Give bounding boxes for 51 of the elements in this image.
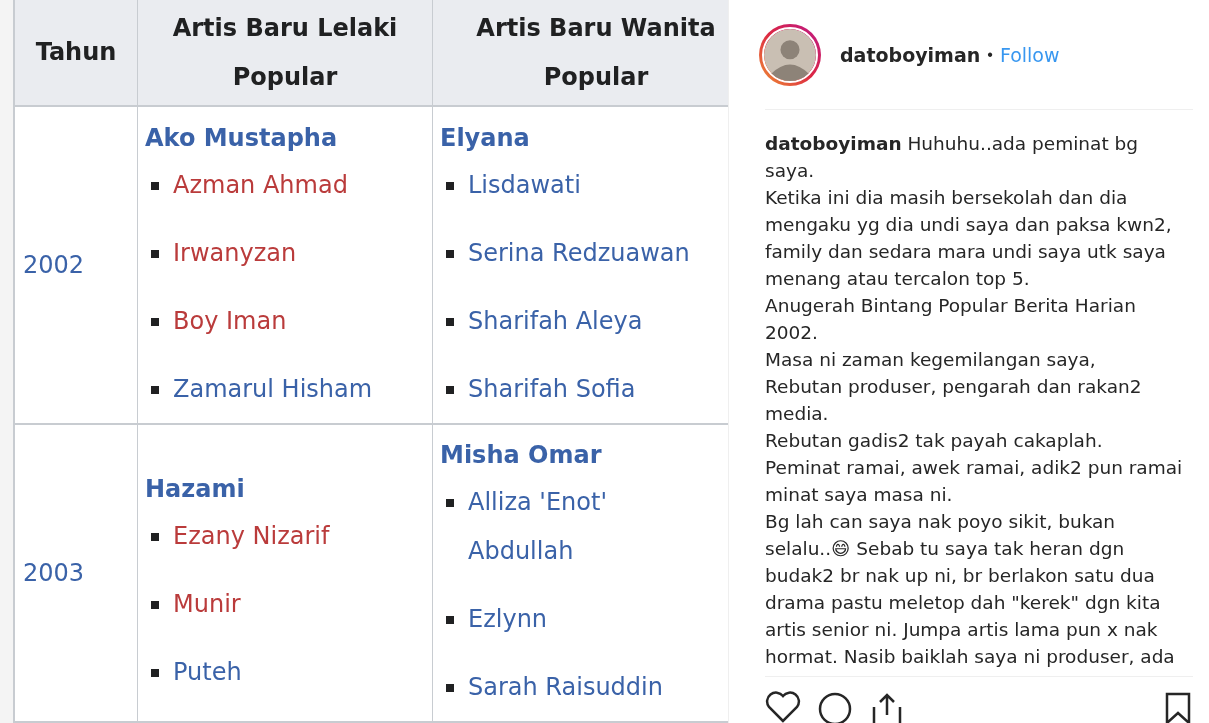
caption-text: Bg lah can saya nak poyo sikit, bukan selalu..😄 Sebab tu saya tak heran dgn budak2 br nak up ni, br berlakon satu dua drama pastu meletop dah "kerek" dgn kita artis senior ni. Jumpa artis lama pun x nak hormat. Nasib baiklah saya ni produser, ada — [765, 510, 1176, 669]
column-header: Artis Baru Lelaki Popular — [137, 0, 433, 106]
winner-link[interactable]: Ako Mustapha — [145, 115, 426, 161]
bullet-icon — [446, 683, 454, 692]
caption-text: Peminat ramai, awek ramai, adik2 pun ramai minat saya masa ni. — [765, 456, 1183, 507]
nominee-link[interactable]: Ezlynn — [468, 594, 548, 644]
nominee-link[interactable]: Zamarul Hisham — [173, 364, 373, 414]
bullet-icon — [446, 181, 454, 190]
caption-text: Rebutan gadis2 tak payah cakaplah. — [765, 429, 1104, 453]
bullet-icon — [446, 498, 454, 507]
nominee-link[interactable]: Irwanyzan — [173, 228, 297, 278]
bullet-icon — [446, 317, 454, 326]
username-link[interactable]: datoboyiman — [840, 43, 981, 66]
nominee-link[interactable]: Lisdawati — [468, 160, 581, 210]
bullet-icon — [151, 181, 159, 190]
column-header: Tahun — [15, 0, 138, 106]
nominee-link[interactable]: Sharifah Aleya — [468, 296, 643, 346]
bullet-icon — [151, 385, 159, 394]
winner-link[interactable]: Hazami — [145, 466, 426, 512]
caption-text: Rebutan produser, pengarah dan rakan2 media. — [765, 375, 1143, 426]
bullet-icon — [446, 385, 454, 394]
bookmark-icon[interactable] — [1163, 691, 1193, 723]
bullet-icon — [151, 317, 159, 326]
nominee-link[interactable]: Azman Ahmad — [173, 160, 348, 210]
bullet-icon — [446, 615, 454, 624]
nominee-link[interactable]: Munir — [173, 579, 241, 629]
follow-link[interactable]: Follow — [999, 43, 1060, 66]
nominee-link[interactable]: Puteh — [173, 647, 242, 697]
nominee-link[interactable]: Ezany Nizarif — [173, 511, 330, 561]
caption-text: Ketika ini dia masih bersekolah dan dia mengaku yg dia undi saya dan paksa kwn2, family dan sedara mara undi saya utk saya menang atau tercalon top 5. — [765, 186, 1173, 291]
caption-text: Masa ni zaman kegemilangan saya, — [765, 348, 1097, 372]
separator-dot: • — [987, 45, 993, 64]
nominee-link[interactable]: Boy Iman — [173, 296, 287, 346]
bullet-icon — [151, 532, 159, 541]
caption-text: Anugerah Bintang Popular Berita Harian 2002. — [765, 294, 1137, 345]
column-header: Artis Baru Wanita Popular — [432, 0, 728, 106]
comment-icon[interactable] — [817, 691, 853, 723]
heart-icon[interactable] — [765, 691, 801, 723]
nominee-link[interactable]: Alliza 'Enot' Abdullah — [468, 477, 713, 576]
nominee-link[interactable]: Sarah Raisuddin — [468, 662, 663, 712]
bullet-icon — [151, 600, 159, 609]
nominee-link[interactable]: Sharifah Sofia — [468, 364, 636, 414]
bullet-icon — [151, 249, 159, 258]
winner-link[interactable]: Misha Omar — [440, 432, 728, 478]
nominee-link[interactable]: Serina Redzuawan — [468, 228, 690, 278]
winner-link[interactable]: Elyana — [440, 115, 728, 161]
year-link[interactable]: 2003 — [15, 423, 138, 722]
caption-text: datoboyiman Huhuhu..ada peminat bg saya. — [765, 132, 1140, 183]
bullet-icon — [446, 249, 454, 258]
bullet-icon — [151, 668, 159, 677]
year-link[interactable]: 2002 — [15, 106, 138, 424]
